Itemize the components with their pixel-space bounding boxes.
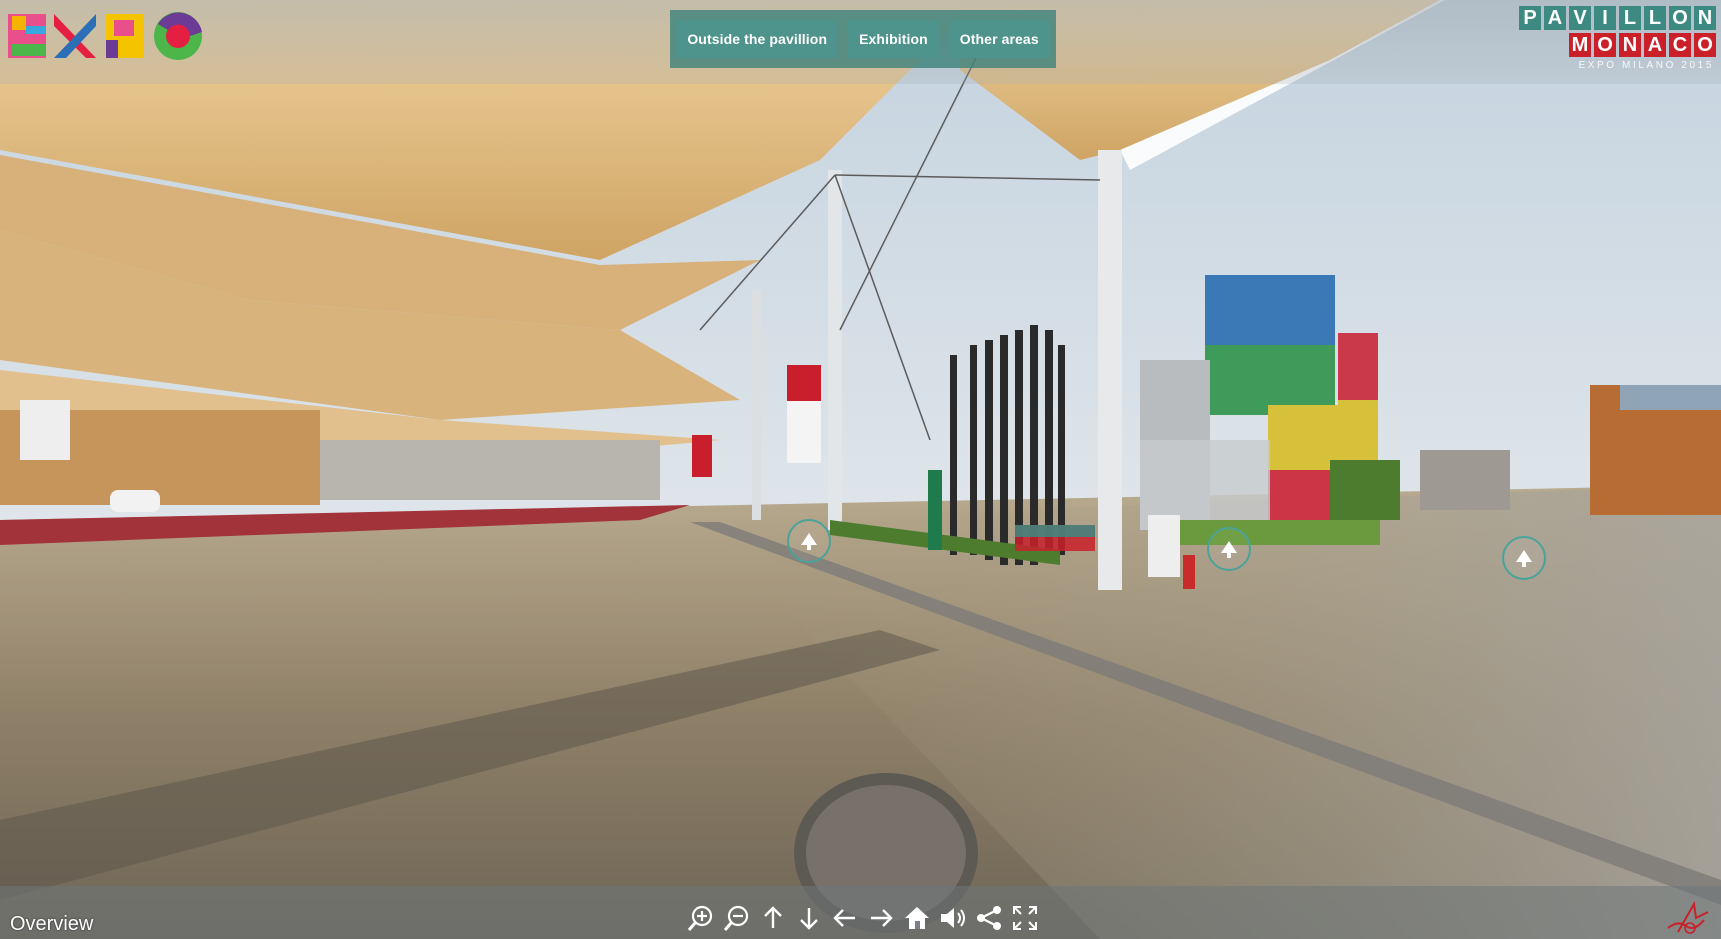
logo-letter: A <box>1544 6 1566 30</box>
viewer-controls <box>686 902 1040 934</box>
scene-title: Overview <box>10 913 94 935</box>
arrow-up-icon <box>1221 541 1237 558</box>
logo-letter: V <box>1569 6 1591 30</box>
hotspot-arrow-2[interactable] <box>1207 527 1251 571</box>
hotspot-arrow-1[interactable] <box>787 519 831 563</box>
scene-navigation: Outside the pavillion Exhibition Other a… <box>670 10 1056 68</box>
look-left-button[interactable] <box>830 902 860 934</box>
home-button[interactable] <box>902 902 932 934</box>
zoom-in-button[interactable] <box>686 902 716 934</box>
zoom-in-icon <box>687 905 713 931</box>
look-right-button[interactable] <box>866 902 896 934</box>
sound-icon <box>941 908 965 928</box>
logo-letter: L <box>1644 6 1666 30</box>
arrow-up-icon <box>801 533 817 550</box>
logo-letter: C <box>1669 33 1691 57</box>
arrow-up-icon <box>764 906 782 928</box>
exhibition-button[interactable]: Exhibition <box>848 20 939 58</box>
logo-letter: P <box>1519 6 1541 30</box>
arrow-down-icon <box>800 908 818 930</box>
fullscreen-icon <box>1013 906 1037 930</box>
home-icon <box>905 907 929 929</box>
arrow-up-icon <box>1516 550 1532 567</box>
arrow-left-icon <box>833 909 855 927</box>
logo-letter: A <box>1644 33 1666 57</box>
fullscreen-button[interactable] <box>1010 902 1040 934</box>
pavillon-monaco-logo[interactable]: P A V I L L O N M O N A C O EXPO MILANO … <box>1472 6 1716 76</box>
logo-letter: O <box>1694 33 1716 57</box>
logo-letter: I <box>1594 6 1616 30</box>
share-icon <box>977 906 1001 930</box>
look-down-button[interactable] <box>794 902 824 934</box>
logo-letter: N <box>1694 6 1716 30</box>
logo-letter: O <box>1669 6 1691 30</box>
sound-button[interactable] <box>938 902 968 934</box>
zoom-out-button[interactable] <box>722 902 752 934</box>
other-areas-button[interactable]: Other areas <box>948 20 1050 58</box>
share-button[interactable] <box>974 902 1004 934</box>
arrow-right-icon <box>871 909 893 927</box>
logo-subtitle: EXPO MILANO 2015 <box>1578 60 1714 71</box>
outside-pavillion-button[interactable]: Outside the pavillion <box>676 20 839 58</box>
logo-letter: N <box>1619 33 1641 57</box>
logo-letter: M <box>1569 33 1591 57</box>
hotspot-arrow-3[interactable] <box>1502 536 1546 580</box>
expo-logo[interactable] <box>8 8 210 64</box>
logo-row-pavillon: P A V I L L O N <box>1472 6 1716 30</box>
logo-row-monaco: M O N A C O <box>1472 33 1716 57</box>
logo-letter: O <box>1594 33 1616 57</box>
logo-letter: L <box>1619 6 1641 30</box>
signature-logo-icon[interactable] <box>1664 898 1714 936</box>
zoom-out-icon <box>723 905 749 931</box>
look-up-button[interactable] <box>758 902 788 934</box>
panorama-scene[interactable] <box>0 0 1721 939</box>
bottom-toolbar: Overview <box>0 886 1721 939</box>
